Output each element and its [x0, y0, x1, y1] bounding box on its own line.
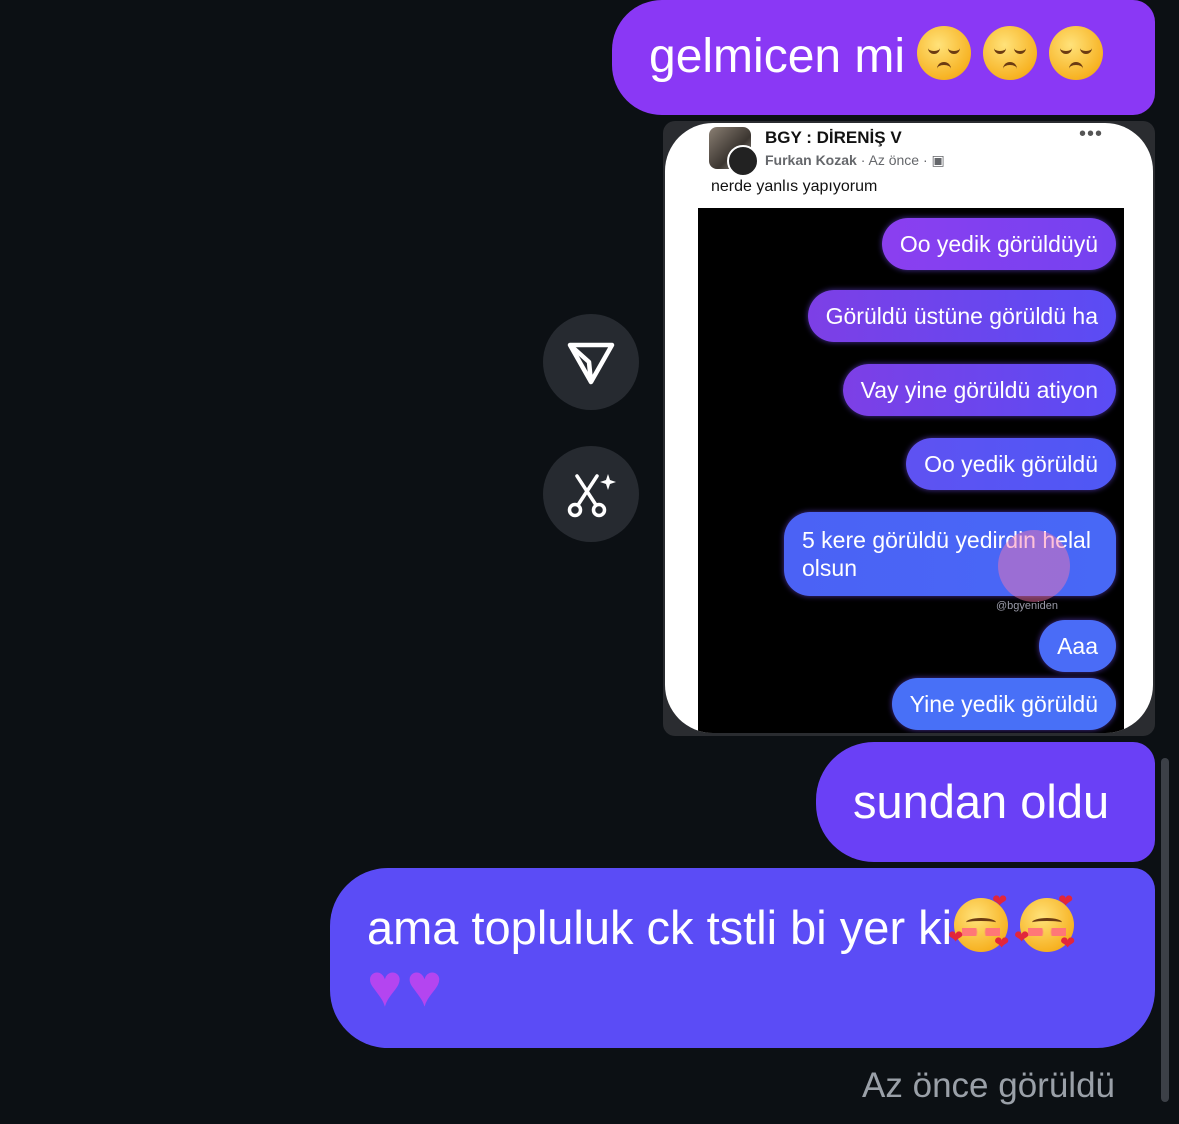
post-image: Oo yedik görüldüyü Görüldü üstüne görüld…: [698, 208, 1124, 733]
image-chat-bubble: Oo yedik görüldüyü: [881, 218, 1116, 270]
image-chat-bubble: Aaa: [1039, 620, 1116, 672]
author-avatar: [727, 145, 759, 177]
message-text: sundan oldu: [853, 775, 1110, 828]
scissors-sparkle-icon: [567, 474, 616, 518]
shared-post-screenshot: BGY : DİRENİŞ V Furkan Kozak · Az önce ·…: [665, 123, 1153, 733]
smiling-face-with-hearts-emoji-icon: ❤ ❤ ❤: [948, 891, 1010, 953]
seen-status: Az önce görüldü: [862, 1066, 1115, 1105]
watermark-logo: [998, 530, 1070, 602]
image-chat-bubble: Yine yedik görüldü: [891, 678, 1116, 730]
image-chat-bubble: Oo yedik görüldü: [906, 438, 1116, 490]
message-bubble-gelmicen[interactable]: gelmicen mi: [612, 0, 1155, 115]
pensive-face-emoji-icon: [1049, 26, 1104, 80]
image-chat-bubble: Görüldü üstüne görüldü ha: [807, 290, 1116, 342]
remix-button[interactable]: [543, 446, 639, 542]
smiling-face-with-hearts-emoji-icon: ❤ ❤ ❤: [1014, 891, 1076, 953]
image-chat-bubble: Vay yine görüldü atiyon: [842, 364, 1116, 416]
share-button[interactable]: [543, 314, 639, 410]
message-text: gelmicen mi: [649, 30, 906, 83]
more-options-icon: •••: [1078, 123, 1103, 145]
post-time: Az önce: [868, 152, 920, 168]
pensive-face-emoji-icon: [983, 26, 1038, 80]
message-bubble-topluluk[interactable]: ama topluluk ck tstli bi yer ki ❤ ❤ ❤ ❤ ❤ ❤ ♥♥: [330, 868, 1155, 1048]
post-caption: nerde yanlıs yapıyorum: [711, 178, 878, 195]
shared-post-card[interactable]: BGY : DİRENİŞ V Furkan Kozak · Az önce ·…: [663, 121, 1155, 736]
post-meta: Furkan Kozak · Az önce · ▣: [765, 152, 945, 168]
message-bubble-sundan-oldu[interactable]: sundan oldu: [816, 742, 1155, 862]
watermark-handle: @bgyeniden: [996, 600, 1058, 612]
message-text: ama topluluk ck tstli bi yer ki: [367, 901, 953, 954]
purple-heart-emoji-icon: ♥: [406, 952, 443, 1019]
post-author: Furkan Kozak: [765, 152, 857, 168]
send-icon: [567, 342, 615, 385]
scrollbar[interactable]: [1161, 758, 1169, 1102]
purple-heart-emoji-icon: ♥: [367, 952, 403, 1019]
post-group-name: BGY : DİRENİŞ V: [765, 128, 902, 147]
group-icon: ▣: [931, 152, 945, 168]
pensive-face-emoji-icon: [917, 26, 972, 80]
